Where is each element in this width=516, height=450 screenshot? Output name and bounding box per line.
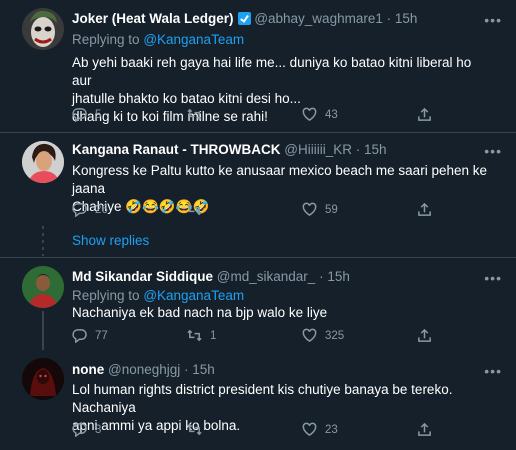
replying-to-label: Replying to <box>72 288 140 303</box>
tweet-3[interactable]: Md Sikandar Siddique @md_sikandar_ · 15h… <box>0 258 516 350</box>
like-icon <box>302 422 317 437</box>
reply-button[interactable]: 5 <box>72 107 101 122</box>
retweet-button[interactable]: 1 <box>187 328 216 343</box>
thread-dots <box>42 226 44 256</box>
avatar[interactable] <box>22 141 64 183</box>
display-name[interactable]: Kangana Ranaut - THROWBACK <box>72 142 281 157</box>
more-icon[interactable]: ••• <box>484 270 502 286</box>
verified-icon <box>237 12 251 25</box>
retweet-button[interactable] <box>187 422 210 437</box>
reply-icon <box>72 203 87 217</box>
tweet-1[interactable]: Joker (Heat Wala Ledger) @abhay_waghmare… <box>0 0 516 133</box>
retweet-button[interactable] <box>187 202 210 217</box>
show-replies-link[interactable]: Show replies <box>72 233 149 248</box>
tweet-line: Nachaniya ek bad nach na bjp walo ke liy… <box>72 305 328 320</box>
display-name[interactable]: Joker (Heat Wala Ledger) <box>72 11 234 26</box>
like-icon <box>302 202 317 217</box>
like-icon <box>302 107 317 122</box>
tweet-actions: 77 1 325 <box>72 328 442 348</box>
retweet-button[interactable] <box>187 107 210 122</box>
like-button[interactable]: 23 <box>302 422 338 437</box>
user-handle[interactable]: @md_sikandar_ <box>217 269 316 284</box>
like-icon <box>302 328 317 343</box>
retweet-count: 1 <box>210 329 217 342</box>
reply-icon <box>72 423 87 437</box>
avatar[interactable] <box>22 358 64 400</box>
retweet-icon <box>187 203 202 216</box>
share-button[interactable] <box>417 107 432 122</box>
tweet-line: Ab yehi baaki reh gaya hai life me... du… <box>72 55 472 88</box>
tweet-header: Joker (Heat Wala Ledger) @abhay_waghmare… <box>72 11 417 26</box>
reply-count: 77 <box>95 329 108 342</box>
more-icon[interactable]: ••• <box>484 143 502 159</box>
tweet-header: Kangana Ranaut - THROWBACK @Hiiiiii_KR ·… <box>72 142 387 157</box>
retweet-icon <box>187 329 202 342</box>
reply-icon <box>72 108 87 122</box>
user-handle[interactable]: @abhay_waghmare1 <box>254 11 383 26</box>
tweet-text: Nachaniya ek bad nach na bjp walo ke liy… <box>72 304 492 322</box>
avatar[interactable] <box>22 266 64 308</box>
like-count: 43 <box>325 108 338 121</box>
user-handle[interactable]: @Hiiiiii_KR <box>284 142 352 157</box>
tweet-actions: 3 23 <box>72 422 442 442</box>
reply-icon <box>72 329 87 343</box>
tweet-actions: 26 59 <box>72 202 442 222</box>
reply-button[interactable]: 3 <box>72 422 101 437</box>
like-button[interactable]: 325 <box>302 328 344 343</box>
user-handle[interactable]: @noneghjgj <box>108 362 180 377</box>
share-button[interactable] <box>417 422 432 437</box>
like-button[interactable]: 59 <box>302 202 338 217</box>
replying-to-label: Replying to <box>72 32 140 47</box>
reply-button[interactable]: 26 <box>72 202 108 217</box>
share-icon <box>418 328 431 342</box>
share-button[interactable] <box>417 202 432 217</box>
like-button[interactable]: 43 <box>302 107 338 122</box>
reply-count: 5 <box>95 108 102 121</box>
avatar[interactable] <box>22 8 64 50</box>
timestamp[interactable]: · 15h <box>387 11 418 26</box>
like-count: 325 <box>325 329 345 342</box>
replying-to: Replying to @KanganaTeam <box>72 32 244 47</box>
reply-count: 3 <box>95 423 102 436</box>
tweet-header: none @noneghjgj · 15h <box>72 362 215 377</box>
replying-to-link[interactable]: @KanganaTeam <box>143 288 244 303</box>
tweet-line: Kongress ke Paltu kutto ke anusaar mexic… <box>72 163 487 196</box>
timestamp[interactable]: · 15h <box>319 269 350 284</box>
timestamp[interactable]: · 15h <box>184 362 215 377</box>
like-count: 23 <box>325 423 338 436</box>
replying-to-link[interactable]: @KanganaTeam <box>143 32 244 47</box>
share-icon <box>418 202 431 216</box>
tweet-actions: 5 43 <box>72 107 442 127</box>
tweet-line: jhatulle bhakto ko batao kitni desi ho..… <box>72 91 301 106</box>
more-icon[interactable]: ••• <box>484 363 502 379</box>
replying-to: Replying to @KanganaTeam <box>72 288 244 303</box>
share-icon <box>418 107 431 121</box>
like-count: 59 <box>325 203 338 216</box>
share-button[interactable] <box>417 328 432 343</box>
tweet-line: Lol human rights district president kis … <box>72 382 453 415</box>
display-name[interactable]: Md Sikandar Siddique <box>72 269 213 284</box>
reply-count: 26 <box>95 203 108 216</box>
share-icon <box>418 422 431 436</box>
reply-button[interactable]: 77 <box>72 328 108 343</box>
tweet-4[interactable]: none @noneghjgj · 15h ••• Lol human righ… <box>0 350 516 450</box>
more-icon[interactable]: ••• <box>484 12 502 28</box>
retweet-icon <box>187 423 202 436</box>
display-name[interactable]: none <box>72 362 104 377</box>
thread-line <box>42 311 44 350</box>
tweet-header: Md Sikandar Siddique @md_sikandar_ · 15h <box>72 269 350 284</box>
timestamp[interactable]: · 15h <box>356 142 387 157</box>
retweet-icon <box>187 108 202 121</box>
